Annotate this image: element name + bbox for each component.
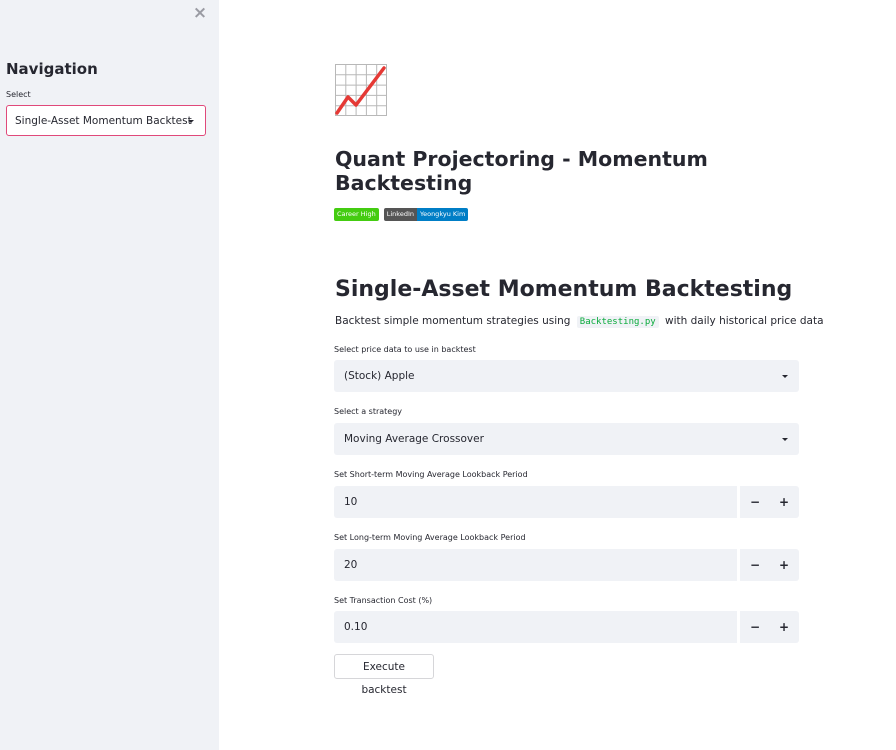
chevron-down-icon	[188, 120, 194, 123]
badge-linkedin[interactable]: LinkedIn Yeongkyu Kim	[383, 208, 469, 221]
strategy-select[interactable]: Moving Average Crossover	[334, 423, 799, 455]
long-lookback-decrement-button[interactable]: −	[740, 549, 770, 581]
section-title: Single-Asset Momentum Backtesting	[335, 277, 793, 302]
chevron-down-icon	[782, 438, 788, 441]
short-lookback-value: 10	[344, 496, 358, 508]
badge-linkedin-right: Yeongkyu Kim	[416, 208, 469, 221]
nav-title: Navigation	[6, 60, 98, 78]
chevron-down-icon	[782, 375, 788, 378]
nav-select[interactable]: Single-Asset Momentum Backtest	[6, 105, 206, 136]
close-icon[interactable]: ×	[192, 5, 208, 22]
transaction-cost-increment-button[interactable]: +	[769, 611, 799, 643]
transaction-cost-label: Set Transaction Cost (%)	[334, 596, 433, 605]
long-lookback-label: Set Long-term Moving Average Lookback Pe…	[334, 533, 526, 542]
short-lookback-decrement-button[interactable]: −	[740, 486, 770, 518]
nav-select-label: Select	[6, 90, 31, 99]
sidebar: × Navigation Select Single-Asset Momentu…	[0, 0, 219, 750]
long-lookback-input[interactable]: 20 − +	[334, 549, 799, 581]
badge-linkedin-left: LinkedIn	[383, 208, 417, 221]
execute-backtest-button[interactable]: Execute backtest	[334, 654, 434, 696]
badges: Career High LinkedIn Yeongkyu Kim	[334, 208, 469, 221]
strategy-label: Select a strategy	[334, 407, 403, 416]
price-data-label: Select price data to use in backtest	[334, 345, 476, 354]
chart-increasing-icon	[335, 64, 387, 116]
short-lookback-label: Set Short-term Moving Average Lookback P…	[334, 470, 528, 479]
price-data-value: (Stock) Apple	[344, 370, 415, 382]
price-data-select[interactable]: (Stock) Apple	[334, 360, 799, 392]
transaction-cost-decrement-button[interactable]: −	[740, 611, 770, 643]
badge-career-high[interactable]: Career High	[334, 208, 379, 221]
long-lookback-value: 20	[344, 559, 358, 571]
description-code: Backtesting.py	[576, 316, 659, 328]
transaction-cost-input[interactable]: 0.10 − +	[334, 611, 799, 643]
nav-select-value: Single-Asset Momentum Backtest	[15, 115, 192, 127]
transaction-cost-value: 0.10	[344, 621, 368, 633]
description: Backtest simple momentum strategies usin…	[335, 315, 824, 328]
description-pre: Backtest simple momentum strategies usin…	[335, 315, 571, 327]
badge-career-high-text: Career High	[334, 208, 379, 221]
short-lookback-input[interactable]: 10 − +	[334, 486, 799, 518]
description-post: with daily historical price data	[665, 315, 824, 327]
strategy-value: Moving Average Crossover	[344, 433, 484, 445]
app-title: Quant Projectoring - Momentum Backtestin…	[335, 147, 708, 195]
long-lookback-increment-button[interactable]: +	[769, 549, 799, 581]
short-lookback-increment-button[interactable]: +	[769, 486, 799, 518]
